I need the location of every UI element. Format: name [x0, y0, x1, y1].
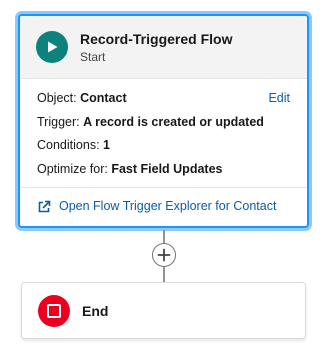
connector-line-top [163, 230, 165, 243]
start-node-title: Record-Triggered Flow [80, 31, 233, 47]
external-link-icon [37, 200, 51, 214]
field-label: Trigger: [37, 115, 80, 129]
start-node-card[interactable]: Record-Triggered Flow Start Object: Cont… [18, 14, 309, 228]
field-label: Optimize for: [37, 162, 108, 176]
flow-canvas: Record-Triggered Flow Start Object: Cont… [0, 0, 329, 354]
explorer-link-label: Open Flow Trigger Explorer for Contact [59, 199, 277, 213]
start-node-subtitle: Start [80, 50, 106, 64]
field-label: Object: [37, 91, 77, 105]
trigger-field: Trigger: A record is created or updated [37, 115, 264, 130]
field-value: Contact [80, 91, 127, 105]
object-field: Object: Contact [37, 91, 127, 106]
field-value: 1 [103, 138, 110, 152]
conditions-field: Conditions: 1 [37, 138, 110, 153]
field-value: A record is created or updated [83, 115, 264, 129]
play-icon [36, 31, 68, 63]
start-node-header: Record-Triggered Flow Start [20, 16, 307, 79]
end-node-label: End [82, 303, 109, 319]
add-element-button[interactable] [152, 243, 176, 267]
open-trigger-explorer-link[interactable]: Open Flow Trigger Explorer for Contact [37, 199, 276, 214]
start-node-footer: Open Flow Trigger Explorer for Contact [20, 187, 307, 226]
end-node-card[interactable]: End [21, 282, 306, 339]
stop-icon [38, 295, 70, 327]
field-label: Conditions: [37, 138, 100, 152]
field-value: Fast Field Updates [111, 162, 223, 176]
plus-icon [157, 248, 171, 262]
connector-line-bottom [163, 267, 165, 282]
edit-link[interactable]: Edit [268, 91, 290, 106]
optimize-field: Optimize for: Fast Field Updates [37, 162, 222, 177]
start-node-details: Object: Contact Edit Trigger: A record i… [20, 79, 307, 187]
